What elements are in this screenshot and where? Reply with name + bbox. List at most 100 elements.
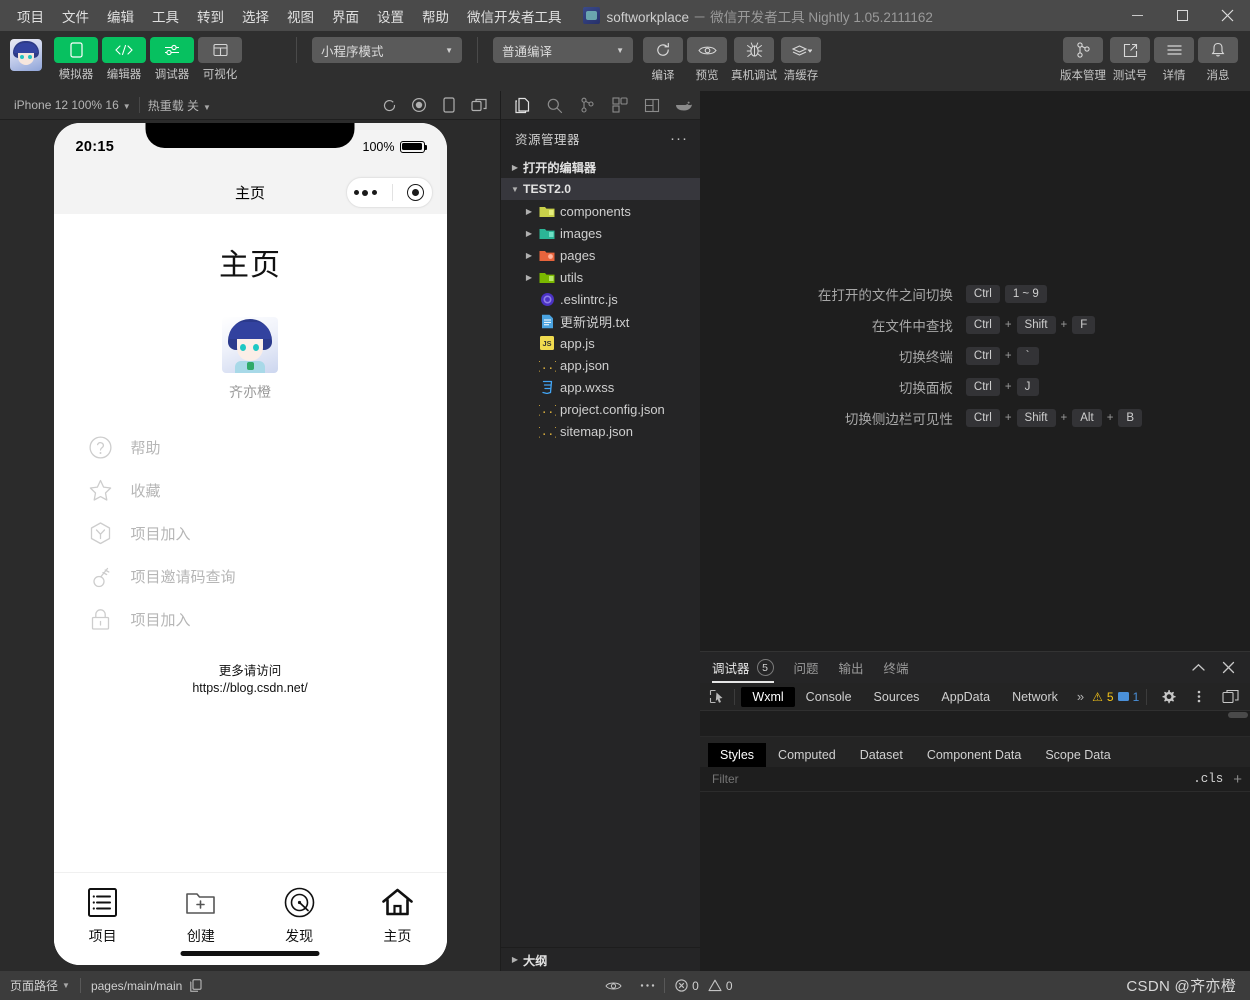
outline-section[interactable]: ▶ 大纲	[501, 947, 700, 971]
tree-file-app-js[interactable]: JS app.js	[501, 332, 700, 354]
activity-whale-button[interactable]	[669, 92, 700, 119]
activity-source-control-button[interactable]	[572, 92, 603, 119]
page-path-value-group[interactable]: pages/main/main	[81, 971, 212, 1000]
sim-rotate-button[interactable]	[434, 97, 464, 113]
tree-folder-utils[interactable]: ▶ utils	[501, 266, 700, 288]
tab-home[interactable]: 主页	[348, 886, 446, 946]
toolbar-compile[interactable]: 编译	[643, 37, 683, 83]
tab-discover[interactable]: 发现	[250, 886, 348, 946]
cls-button[interactable]: .cls	[1183, 772, 1233, 786]
menu-item-goto[interactable]: 转到	[188, 2, 233, 30]
devtools-settings-button[interactable]	[1154, 683, 1182, 711]
simulator-button[interactable]	[54, 37, 98, 63]
tree-file-sitemap[interactable]: {..} sitemap.json	[501, 420, 700, 442]
sim-record-button[interactable]	[404, 97, 434, 113]
menu-row-project-join-2[interactable]: 项目加入	[88, 598, 447, 641]
sim-refresh-button[interactable]	[374, 98, 404, 113]
menu-row-favorites[interactable]: 收藏	[88, 469, 447, 512]
tab-create[interactable]: 创建	[152, 886, 250, 946]
devtools-tab-wxml[interactable]: Wxml	[741, 686, 795, 707]
activity-layout-button[interactable]	[636, 92, 667, 119]
devtools-badges[interactable]: ⚠ 5 1	[1092, 690, 1139, 704]
profile-avatar[interactable]	[222, 317, 278, 373]
tree-file-app-wxss[interactable]: app.wxss	[501, 376, 700, 398]
styles-tab-scope-data[interactable]: Scope Data	[1033, 743, 1122, 767]
styles-tab-styles[interactable]: Styles	[708, 743, 767, 767]
problems-indicator[interactable]: 0 0	[665, 971, 742, 1000]
minimize-button[interactable]	[1115, 0, 1160, 31]
tree-folder-pages[interactable]: ▶ pages	[501, 244, 700, 266]
details-button[interactable]	[1154, 37, 1194, 63]
panel-tab-problems[interactable]: 问题	[794, 652, 819, 683]
menu-item-wechat-devtools[interactable]: 微信开发者工具	[458, 2, 571, 30]
debugger-button[interactable]	[150, 37, 194, 63]
device-select[interactable]: iPhone 12 100% 16 ▼	[6, 98, 139, 112]
tree-file-eslintrc[interactable]: .eslintrc.js	[501, 288, 700, 310]
close-panel-button[interactable]	[1214, 654, 1242, 682]
version-control-button[interactable]	[1063, 37, 1103, 63]
toolbar-realdevice-debug[interactable]: 真机调试	[731, 37, 777, 83]
menu-item-tools[interactable]: 工具	[143, 2, 188, 30]
toolbar-simulator[interactable]: 模拟器	[52, 37, 100, 82]
close-mini-program-icon[interactable]	[407, 184, 425, 201]
toolbar-clear-cache[interactable]: 清缓存	[781, 37, 821, 83]
tree-file-readme-txt[interactable]: 更新说明.txt	[501, 310, 700, 332]
devtools-more-button[interactable]	[1185, 683, 1213, 711]
styles-tab-dataset[interactable]: Dataset	[848, 743, 915, 767]
menu-item-interface[interactable]: 界面	[323, 2, 368, 30]
inspect-element-button[interactable]	[708, 686, 727, 708]
sim-detach-button[interactable]	[464, 98, 494, 113]
styles-filter-input[interactable]	[700, 772, 1184, 786]
explorer-more-button[interactable]: ···	[670, 130, 692, 147]
preview-button[interactable]	[687, 37, 727, 63]
toolbar-messages[interactable]: 消息	[1198, 37, 1238, 83]
styles-tab-component-data[interactable]: Component Data	[915, 743, 1034, 767]
activity-search-button[interactable]	[539, 92, 570, 119]
add-style-rule-button[interactable]: +	[1233, 771, 1250, 788]
devtools-tab-console[interactable]: Console	[795, 687, 863, 707]
menu-row-help[interactable]: 帮助	[88, 426, 447, 469]
menu-item-help[interactable]: 帮助	[413, 2, 458, 30]
devtools-overflow-button[interactable]: »	[1069, 689, 1092, 704]
menu-item-settings[interactable]: 设置	[368, 2, 413, 30]
toolbar-test-account[interactable]: 测试号	[1110, 37, 1150, 83]
devtools-tab-network[interactable]: Network	[1001, 687, 1069, 707]
menu-row-project-join-1[interactable]: 项目加入	[88, 512, 447, 555]
real-device-debug-button[interactable]	[734, 37, 774, 63]
tree-file-app-json[interactable]: {..} app.json	[501, 354, 700, 376]
toolbar-debugger[interactable]: 调试器	[148, 37, 196, 82]
menu-row-invite-code[interactable]: 项目邀请码查询	[88, 555, 447, 598]
wxml-tree-area[interactable]	[700, 711, 1250, 737]
maximize-button[interactable]	[1160, 0, 1205, 31]
horizontal-scrollbar[interactable]	[1228, 712, 1248, 718]
close-button[interactable]	[1205, 0, 1250, 31]
toolbar-preview[interactable]: 预览	[687, 37, 727, 83]
styles-tab-computed[interactable]: Computed	[766, 743, 848, 767]
tree-open-editors[interactable]: ▶ 打开的编辑器	[501, 156, 700, 178]
activity-extensions-button[interactable]	[604, 92, 635, 119]
messages-button[interactable]	[1198, 37, 1238, 63]
status-preview-button[interactable]	[596, 980, 631, 992]
visualize-button[interactable]	[198, 37, 242, 63]
tree-project-root[interactable]: ▼ TEST2.0	[501, 178, 700, 200]
page-path-selector[interactable]: 页面路径 ▼	[0, 971, 80, 1000]
devtools-tab-appdata[interactable]: AppData	[930, 687, 1001, 707]
editor-button[interactable]	[102, 37, 146, 63]
collapse-panel-button[interactable]	[1184, 654, 1212, 682]
panel-tab-output[interactable]: 输出	[839, 652, 864, 683]
compile-select[interactable]: 普通编译 ▼	[493, 37, 633, 63]
menu-item-file[interactable]: 文件	[53, 2, 98, 30]
copy-icon[interactable]	[190, 979, 202, 992]
menu-item-view[interactable]: 视图	[278, 2, 323, 30]
hot-reload-select[interactable]: 热重载 关 ▼	[140, 97, 219, 114]
toolbar-visualize[interactable]: 可视化	[196, 37, 244, 82]
test-account-button[interactable]	[1110, 37, 1150, 63]
devtools-dock-button[interactable]	[1216, 683, 1244, 711]
tree-folder-images[interactable]: ▶ images	[501, 222, 700, 244]
status-more-button[interactable]	[631, 983, 664, 988]
user-avatar[interactable]	[10, 39, 42, 71]
wechat-capsule[interactable]	[345, 177, 433, 208]
tree-file-project-config[interactable]: {..} project.config.json	[501, 398, 700, 420]
clear-cache-button[interactable]	[781, 37, 821, 63]
mode-select[interactable]: 小程序模式 ▼	[312, 37, 462, 63]
